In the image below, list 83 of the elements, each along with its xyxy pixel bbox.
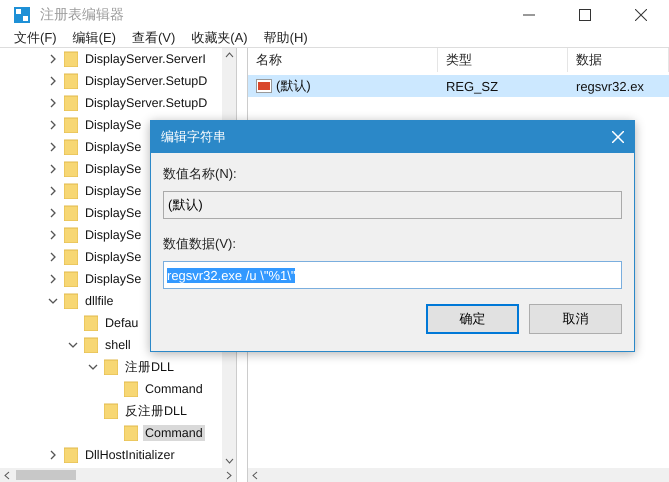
chevron-right-icon[interactable] <box>48 76 58 86</box>
tree-item[interactable]: 反注册DLL <box>123 402 189 420</box>
window-title: 注册表编辑器 <box>40 6 124 24</box>
folder-icon <box>64 293 78 309</box>
tree-item[interactable]: Command <box>143 381 205 397</box>
chevron-right-icon[interactable] <box>48 54 58 64</box>
chevron-down-icon[interactable] <box>88 362 98 372</box>
tree-item[interactable]: DisplaySe <box>83 271 144 287</box>
chevron-right-icon[interactable] <box>48 252 58 262</box>
tree-item[interactable]: DisplayServer.SetupD <box>83 73 210 89</box>
folder-icon <box>64 183 78 199</box>
field-label: 数值名称(N): <box>163 165 238 183</box>
scroll-down-icon[interactable] <box>224 458 234 464</box>
chevron-down-icon[interactable] <box>68 340 78 350</box>
tree-item[interactable]: DisplaySe <box>83 183 144 199</box>
chevron-down-icon[interactable] <box>48 296 58 306</box>
folder-icon <box>64 117 78 133</box>
folder-icon <box>64 205 78 221</box>
chevron-right-icon[interactable] <box>48 274 58 284</box>
dialog-title: 编辑字符串 <box>161 128 226 146</box>
value-name-field[interactable]: (默认) <box>163 191 622 219</box>
tree-item[interactable]: DisplaySe <box>83 161 144 177</box>
tree-item[interactable]: Command <box>143 425 205 441</box>
scroll-left-icon[interactable] <box>4 470 10 480</box>
folder-icon <box>84 315 98 331</box>
chevron-right-icon[interactable] <box>48 120 58 130</box>
dialog-button[interactable]: 确定 <box>426 304 519 334</box>
value-type: REG_SZ <box>446 78 498 94</box>
folder-icon <box>64 73 78 89</box>
tree-item[interactable]: DllHostInitializer <box>83 447 177 463</box>
folder-icon <box>84 337 98 353</box>
chevron-right-icon[interactable] <box>48 142 58 152</box>
value-name: (默认) <box>276 77 311 95</box>
menu-item[interactable]: 文件(F) <box>14 29 57 47</box>
dialog-button[interactable]: 取消 <box>529 304 622 334</box>
value-data: regsvr32.ex <box>576 78 644 94</box>
menu-item[interactable]: 帮助(H) <box>264 29 308 47</box>
horizontal-scrollbar[interactable] <box>0 468 236 482</box>
menu-item[interactable]: 编辑(E) <box>72 29 116 47</box>
close-icon[interactable] <box>635 8 647 20</box>
tree-item[interactable]: 注册DLL <box>123 358 176 376</box>
folder-icon <box>64 95 78 111</box>
tree-item[interactable]: DisplayServer.SetupD <box>83 95 210 111</box>
registry-app-icon <box>14 6 30 22</box>
chevron-right-icon[interactable] <box>48 98 58 108</box>
chevron-right-icon[interactable] <box>48 450 58 460</box>
tree-item[interactable]: Defau <box>103 315 140 331</box>
field-label: 数值数据(V): <box>163 235 237 253</box>
scroll-left-icon[interactable] <box>252 470 258 480</box>
chevron-right-icon[interactable] <box>48 230 58 240</box>
menu-item[interactable]: 收藏夹(A) <box>191 29 248 47</box>
scroll-right-icon[interactable] <box>226 470 232 480</box>
chevron-right-icon[interactable] <box>48 186 58 196</box>
tree-item[interactable]: DisplaySe <box>83 139 144 155</box>
tree-item[interactable]: DisplaySe <box>83 117 144 133</box>
tree-item[interactable]: shell <box>103 337 133 353</box>
folder-icon <box>124 381 138 397</box>
folder-icon <box>64 271 78 287</box>
column-header[interactable]: 名称 <box>248 48 438 72</box>
folder-icon <box>64 447 78 463</box>
horizontal-scrollbar[interactable] <box>248 468 669 482</box>
folder-icon <box>64 161 78 177</box>
tree-item[interactable]: DisplaySe <box>83 205 144 221</box>
folder-icon <box>104 359 118 375</box>
tree-item[interactable]: DisplaySe <box>83 249 144 265</box>
folder-icon <box>64 249 78 265</box>
string-value-icon <box>256 79 272 93</box>
maximize-icon[interactable] <box>579 8 591 20</box>
tree-item[interactable]: DisplayServer.ServerI <box>83 51 208 67</box>
value-row[interactable]: (默认) REG_SZ regsvr32.ex <box>248 75 669 97</box>
scroll-up-icon[interactable] <box>224 52 234 58</box>
column-header[interactable]: 类型 <box>438 48 568 72</box>
chevron-right-icon[interactable] <box>48 164 58 174</box>
tree-item[interactable]: dllfile <box>83 293 116 309</box>
folder-icon <box>64 227 78 243</box>
column-header[interactable]: 数据 <box>568 48 669 72</box>
tree-item[interactable]: DisplaySe <box>83 227 144 243</box>
folder-icon <box>124 425 138 441</box>
folder-icon <box>64 51 78 67</box>
chevron-right-icon[interactable] <box>48 208 58 218</box>
folder-icon <box>64 139 78 155</box>
menu-item[interactable]: 查看(V) <box>132 29 176 47</box>
folder-icon <box>104 403 118 419</box>
